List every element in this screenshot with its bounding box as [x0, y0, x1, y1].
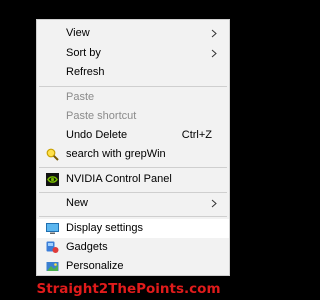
menu-item-label: Personalize: [66, 260, 124, 272]
menu-item-label: Display settings: [66, 222, 144, 234]
submenu-arrow-icon: [211, 29, 217, 38]
menu-item-display-settings[interactable]: Display settings: [37, 219, 229, 238]
display-icon: [46, 223, 59, 234]
menu-item-undo-delete[interactable]: Undo Delete Ctrl+Z: [37, 126, 229, 145]
menu-item-view[interactable]: View: [37, 24, 229, 43]
menu-item-label: Sort by: [66, 47, 101, 59]
menu-item-shortcut: Ctrl+Z: [181, 129, 212, 141]
menu-item-refresh[interactable]: Refresh: [37, 63, 229, 82]
menu-item-label: Paste: [66, 91, 95, 103]
magnifier-icon: [46, 148, 59, 161]
menu-item-new[interactable]: New: [37, 194, 229, 213]
nvidia-logo-icon: [46, 173, 59, 186]
gadgets-icon: [46, 241, 59, 253]
menu-separator: [39, 216, 227, 217]
watermark-text: Straight2ThePoints.com: [36, 281, 221, 297]
submenu-arrow-icon: [211, 199, 217, 208]
menu-separator: [39, 192, 227, 193]
menu-item-label: Gadgets: [66, 241, 108, 253]
menu-item-sort-by[interactable]: Sort by: [37, 44, 229, 63]
menu-item-personalize[interactable]: Personalize: [37, 257, 229, 276]
menu-item-paste-shortcut[interactable]: Paste shortcut: [37, 107, 229, 126]
menu-item-nvidia-control-panel[interactable]: NVIDIA Control Panel: [37, 170, 229, 189]
menu-item-label: Undo Delete: [66, 129, 128, 141]
menu-item-paste[interactable]: Paste: [37, 88, 229, 107]
menu-item-search-grepwin[interactable]: search with grepWin: [37, 145, 229, 164]
menu-item-label: Paste shortcut: [66, 110, 137, 122]
desktop-context-menu: View Sort by Refresh Paste Paste shortcu…: [36, 19, 230, 276]
menu-separator: [39, 86, 227, 87]
submenu-arrow-icon: [211, 49, 217, 58]
menu-item-label: New: [66, 197, 89, 209]
menu-item-label: Refresh: [66, 66, 105, 78]
menu-item-gadgets[interactable]: Gadgets: [37, 238, 229, 257]
menu-separator: [39, 167, 227, 168]
personalize-icon: [46, 262, 59, 271]
menu-item-label: search with grepWin: [66, 148, 166, 160]
menu-item-label: NVIDIA Control Panel: [66, 173, 172, 185]
menu-item-label: View: [66, 27, 90, 39]
